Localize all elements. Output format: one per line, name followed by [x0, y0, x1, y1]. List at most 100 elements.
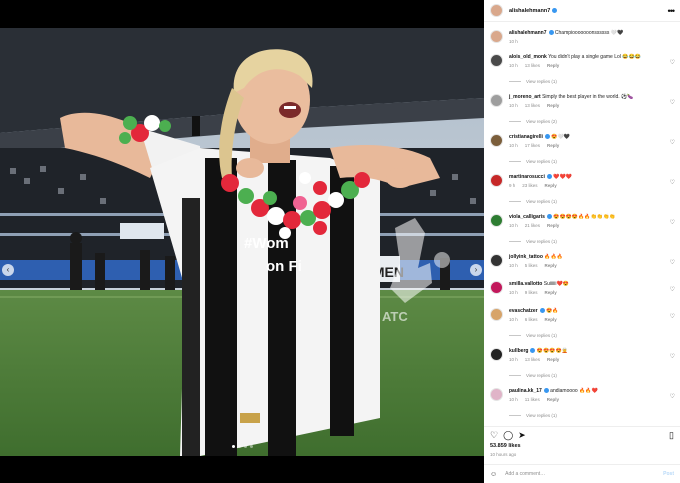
- commenter-username[interactable]: evaschatzer: [509, 308, 538, 314]
- shirt-banner-text-2: on Fi: [266, 258, 302, 275]
- comment-like-count[interactable]: 13 likes: [525, 357, 540, 362]
- comment-age: 10 h: [509, 63, 518, 68]
- post-caption: alishalehmann7 Champiooooooonssssss 🤍🖤 1…: [484, 26, 680, 44]
- like-comment-heart-icon[interactable]: ♡: [670, 219, 675, 226]
- view-replies-button[interactable]: View replies (1): [509, 239, 557, 244]
- like-heart-icon[interactable]: ♡: [490, 430, 498, 440]
- comment-text: 🔥🔥🔥: [542, 254, 563, 260]
- commenter-avatar[interactable]: [490, 281, 503, 294]
- commenter-username[interactable]: kullberg: [509, 348, 528, 354]
- comment-like-count[interactable]: 9 likes: [525, 290, 538, 295]
- comment-row: paulina.kk_17 andiamoooo 🔥🔥❤️ 10 h 11 like…: [484, 384, 680, 422]
- caption-emoji: 🤍🖤: [610, 30, 624, 36]
- commenter-username[interactable]: martinarosucci: [509, 174, 545, 180]
- commenter-avatar[interactable]: [490, 174, 503, 187]
- more-options-icon[interactable]: •••: [668, 6, 676, 16]
- reply-button[interactable]: Reply: [547, 397, 559, 402]
- comment-row: kullberg 😍😍😍😍🧝 10 h 13 likes Reply ♡ View rep…: [484, 344, 680, 384]
- reply-button[interactable]: Reply: [545, 290, 557, 295]
- commenter-username[interactable]: j_moreno_art: [509, 94, 541, 100]
- comment-age: 10 h: [509, 223, 518, 228]
- like-comment-heart-icon[interactable]: ♡: [670, 179, 675, 186]
- commenter-avatar[interactable]: [490, 308, 503, 321]
- comment-row: cristianagirelli 😍🤍🖤 10 h 17 likes Reply ♡ Vi…: [484, 130, 680, 170]
- carousel-dot: [249, 445, 253, 448]
- reply-button[interactable]: Reply: [547, 223, 559, 228]
- comment-age: 10 h: [509, 103, 518, 108]
- comment-age: 10 h: [509, 263, 518, 268]
- watermark-text: ATC: [382, 309, 408, 324]
- author-username[interactable]: alishalehmann7: [509, 8, 550, 14]
- commenter-username[interactable]: viola_calligaris: [509, 214, 545, 220]
- like-comment-heart-icon[interactable]: ♡: [670, 139, 675, 146]
- like-comment-heart-icon[interactable]: ♡: [670, 99, 675, 106]
- like-comment-heart-icon[interactable]: ♡: [670, 286, 675, 293]
- reply-button[interactable]: Reply: [545, 317, 557, 322]
- comment-like-count[interactable]: 6 likes: [525, 317, 538, 322]
- watermark-logo: ATC: [382, 218, 450, 324]
- comment-row: jollyink_tattoo 🔥🔥🔥 10 h 5 likes Reply ♡: [484, 250, 680, 277]
- comment-bubble-icon[interactable]: ◯: [503, 430, 513, 440]
- reply-button[interactable]: Reply: [545, 183, 557, 188]
- save-bookmark-icon[interactable]: ▯: [669, 430, 674, 440]
- commenter-username[interactable]: cristianagirelli: [509, 134, 543, 140]
- next-photo-button[interactable]: ›: [470, 264, 482, 276]
- like-comment-heart-icon[interactable]: ♡: [670, 353, 675, 360]
- commenter-username[interactable]: alois_old_monk: [509, 54, 547, 60]
- like-comment-heart-icon[interactable]: ♡: [670, 59, 675, 66]
- commenter-avatar[interactable]: [490, 254, 503, 267]
- comment-like-count[interactable]: 23 likes: [522, 183, 537, 188]
- like-comment-heart-icon[interactable]: ♡: [670, 393, 675, 400]
- comment-text: You didn't play a single game Lol 😂😂😂: [546, 54, 641, 60]
- comment-text: 😍😍😍😍🔥🔥👏👏👏👏: [551, 214, 616, 220]
- view-replies-button[interactable]: View replies (1): [509, 159, 557, 164]
- comment-age: 10 h: [509, 397, 518, 402]
- commenter-avatar[interactable]: [490, 214, 503, 227]
- comment-like-count[interactable]: 17 likes: [525, 143, 540, 148]
- comment-text: Suiiiiii❤️😍: [542, 281, 569, 287]
- reply-button[interactable]: Reply: [547, 357, 559, 362]
- reply-button[interactable]: Reply: [547, 143, 559, 148]
- comment-text: 😍🤍🖤: [549, 134, 570, 140]
- comment-like-count[interactable]: 21 likes: [525, 223, 540, 228]
- caption-text: Champiooooooonssssss: [554, 30, 610, 36]
- post-comment-button[interactable]: Post: [663, 471, 674, 477]
- reply-button[interactable]: Reply: [545, 263, 557, 268]
- commenter-username[interactable]: jollyink_tattoo: [509, 254, 543, 260]
- commenter-avatar[interactable]: [490, 134, 503, 147]
- reply-button[interactable]: Reply: [547, 103, 559, 108]
- author-avatar[interactable]: [490, 30, 503, 43]
- post-timestamp: 10 hours ago: [490, 452, 517, 457]
- previous-photo-button[interactable]: ‹: [2, 264, 14, 276]
- commenter-username[interactable]: smilla.vallotto: [509, 281, 542, 287]
- view-replies-button[interactable]: View replies (1): [509, 373, 557, 378]
- like-comment-heart-icon[interactable]: ♡: [670, 259, 675, 266]
- commenter-avatar[interactable]: [490, 388, 503, 401]
- commenter-avatar[interactable]: [490, 54, 503, 67]
- share-send-icon[interactable]: ➤: [518, 430, 526, 440]
- commenter-avatar[interactable]: [490, 94, 503, 107]
- author-avatar[interactable]: [490, 4, 503, 17]
- caption-username[interactable]: alishalehmann7: [509, 30, 547, 36]
- view-replies-button[interactable]: View replies (1): [509, 199, 557, 204]
- reply-button[interactable]: Reply: [547, 63, 559, 68]
- comment-row: j_moreno_art Simply the best player in t…: [484, 90, 680, 130]
- like-count[interactable]: 53.859 likes: [490, 443, 521, 449]
- comments-list[interactable]: alishalehmann7 Champiooooooonssssss 🤍🖤 1…: [484, 26, 680, 422]
- post-media[interactable]: OMEN #Wom on Fi ATC ‹ ›: [0, 28, 484, 456]
- comment-like-count[interactable]: 13 likes: [525, 63, 540, 68]
- comment-like-count[interactable]: 11 likes: [525, 397, 540, 402]
- comment-like-count[interactable]: 5 likes: [525, 263, 538, 268]
- comment-like-count[interactable]: 13 likes: [525, 103, 540, 108]
- view-replies-button[interactable]: View replies (1): [509, 333, 557, 338]
- view-replies-button[interactable]: View replies (1): [509, 413, 557, 418]
- carousel-dot: [231, 445, 235, 448]
- emoji-picker-icon[interactable]: ☺: [490, 471, 497, 478]
- like-comment-heart-icon[interactable]: ♡: [670, 313, 675, 320]
- comment-age: 10 h: [509, 357, 518, 362]
- commenter-avatar[interactable]: [490, 348, 503, 361]
- commenter-username[interactable]: paulina.kk_17: [509, 388, 542, 394]
- view-replies-button[interactable]: View replies (1): [509, 79, 557, 84]
- view-replies-button[interactable]: View replies (2): [509, 119, 557, 124]
- add-comment-input[interactable]: Add a comment…: [505, 471, 545, 477]
